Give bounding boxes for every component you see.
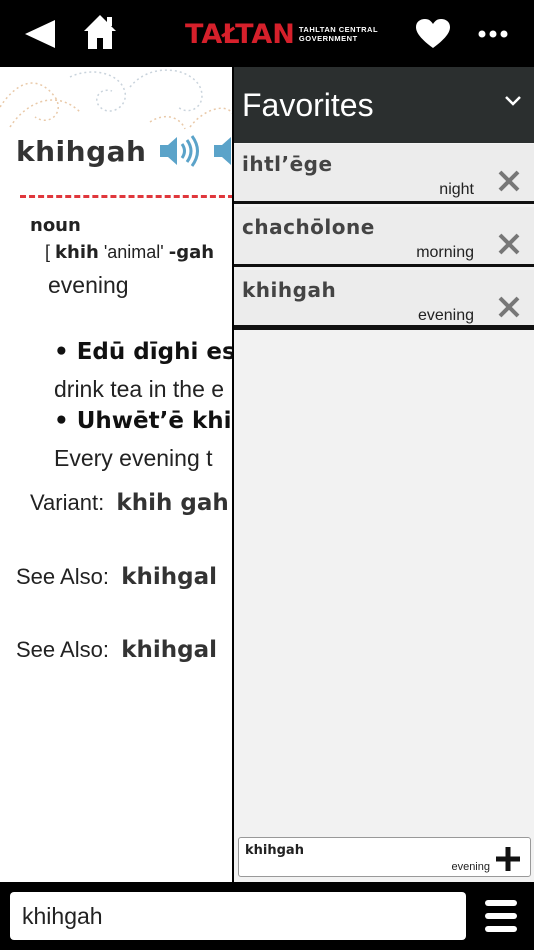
favorite-item[interactable]: chachōlone morning <box>234 207 534 267</box>
favorites-button[interactable] <box>412 14 454 54</box>
heart-icon <box>416 19 450 48</box>
example-english: Every evening t <box>54 445 213 471</box>
remove-icon[interactable] <box>498 170 520 192</box>
morph-part: khih <box>55 242 99 263</box>
morph-gloss: 'animal' <box>103 242 164 262</box>
favorite-gloss: evening <box>417 307 474 324</box>
variant-row: Variant: khih gah <box>30 490 229 516</box>
menu-icon[interactable] <box>482 896 520 936</box>
entry-gloss: evening <box>48 272 129 298</box>
variant-label: Variant: <box>30 490 105 515</box>
home-button[interactable] <box>80 12 120 52</box>
speaker-icon[interactable] <box>212 133 234 169</box>
dictionary-entry: khihgah noun [ khih 'animal' -gah evenin… <box>0 67 234 882</box>
morph-part: -gah <box>168 242 215 263</box>
logo-subtitle-line2: GOVERNMENT <box>298 34 358 43</box>
see-also-link[interactable]: khihgal <box>121 637 217 663</box>
more-icon <box>478 30 508 38</box>
back-button[interactable] <box>20 14 60 54</box>
see-also-label: See Also: <box>16 564 109 589</box>
chevron-down-icon[interactable] <box>504 95 522 107</box>
morph-bracket: [ <box>45 242 51 262</box>
top-bar: TAŁTAN TAHLTAN CENTRAL GOVERNMENT <box>0 0 534 67</box>
favorites-title: Favorites <box>242 87 374 123</box>
favorite-word: khihgah <box>242 278 337 302</box>
headword: khihgah <box>16 135 147 168</box>
favorite-word: chachōlone <box>242 215 375 239</box>
see-also-link[interactable]: khihgal <box>121 564 217 590</box>
favorite-item[interactable]: ihtl’ēge night <box>234 144 534 204</box>
see-also-row: See Also: khihgal <box>16 637 217 663</box>
morphology: [ khih 'animal' -gah <box>45 242 214 263</box>
variant-link[interactable]: khih gah <box>116 490 228 516</box>
current-word: khihgah <box>245 843 304 858</box>
example-english: drink tea in the e <box>54 376 225 402</box>
logo-subtitle: TAHLTAN CENTRAL GOVERNMENT <box>299 25 378 43</box>
favorite-word: ihtl’ēge <box>242 152 333 176</box>
favorite-gloss: night <box>439 181 474 198</box>
home-icon <box>84 15 116 49</box>
remove-icon[interactable] <box>498 296 520 318</box>
beadwork-ornament <box>0 69 234 130</box>
divider <box>20 195 234 198</box>
logo-word: TAŁTAN <box>185 18 295 50</box>
search-input[interactable] <box>10 892 466 940</box>
favorites-panel: Favorites ihtl’ēge night chachōlone morn… <box>232 67 534 882</box>
example-tahltan: • Uhwēt’ē khih <box>54 408 234 434</box>
favorite-gloss: morning <box>416 244 474 261</box>
favorites-header[interactable]: Favorites <box>234 67 534 143</box>
more-button[interactable] <box>472 14 514 54</box>
logo-subtitle-line1: TAHLTAN CENTRAL <box>298 25 379 34</box>
plus-icon[interactable] <box>495 846 521 872</box>
part-of-speech: noun <box>30 215 81 236</box>
see-also-label: See Also: <box>16 637 109 662</box>
favorite-item[interactable]: khihgah evening <box>234 270 534 330</box>
remove-icon[interactable] <box>498 233 520 255</box>
speaker-icon[interactable] <box>158 133 200 169</box>
bottom-bar <box>0 882 534 950</box>
tahltan-logo: TAŁTAN TAHLTAN CENTRAL GOVERNMENT <box>185 14 378 54</box>
see-also-row: See Also: khihgal <box>16 564 217 590</box>
current-gloss: evening <box>451 861 490 873</box>
back-icon <box>25 20 55 48</box>
current-word-bar: khihgah evening <box>238 837 531 877</box>
example-tahltan: • Edū dīghi esd <box>54 339 234 365</box>
